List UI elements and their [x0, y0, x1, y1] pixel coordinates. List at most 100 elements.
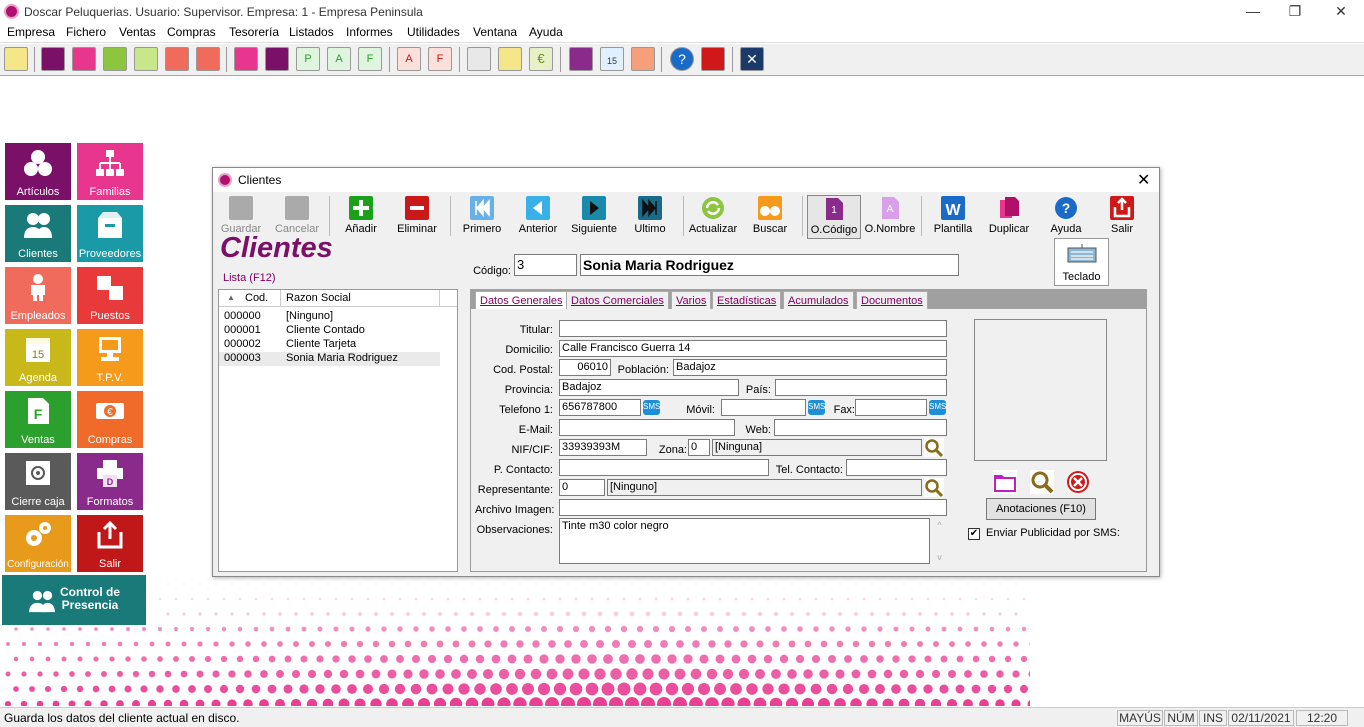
grid-icon[interactable] [631, 47, 655, 71]
voucher-icon[interactable] [134, 47, 158, 71]
sms-checkbox[interactable]: ✔ [968, 528, 980, 540]
list-row-selected[interactable]: 000003 Sonia Maria Rodriguez [219, 352, 440, 366]
observaciones-scrollbar[interactable]: ^ v [932, 518, 947, 564]
dialog-close-button[interactable]: ✕ [1137, 170, 1150, 190]
close-button[interactable]: ✕ [1318, 2, 1364, 22]
anotaciones-button[interactable]: Anotaciones (F10) [986, 498, 1096, 520]
menu-ventas[interactable]: Ventas [119, 25, 156, 39]
tile-articulos[interactable]: Artículos [5, 143, 71, 200]
tile-empleados[interactable]: Empleados [5, 267, 71, 324]
poblacion-field[interactable]: Badajoz [673, 359, 947, 376]
anadir-button[interactable]: Añadir [337, 195, 385, 239]
restore-button[interactable]: ❐ [1272, 2, 1318, 22]
primero-button[interactable]: Primero [458, 195, 506, 239]
chart-icon[interactable] [265, 47, 289, 71]
siguiente-button[interactable]: Siguiente [569, 195, 619, 239]
tab-varios[interactable]: Varios [671, 291, 712, 310]
a-doc-icon[interactable]: A [327, 47, 351, 71]
search-zona-icon[interactable] [924, 438, 944, 457]
buscar-button[interactable]: Buscar [746, 195, 794, 239]
safe-icon[interactable] [467, 47, 491, 71]
ultimo-button[interactable]: Ultimo [626, 195, 674, 239]
sms-fax-icon[interactable]: SMS [929, 400, 946, 415]
ledger-icon[interactable] [498, 47, 522, 71]
actualizar-button[interactable]: Actualizar [687, 195, 739, 239]
tile-formatos[interactable]: D Formatos [77, 453, 143, 510]
menu-empresa[interactable]: Empresa [7, 25, 55, 39]
codigo-field[interactable]: 3 [514, 254, 577, 276]
email-field[interactable] [559, 419, 735, 436]
exit-icon[interactable] [701, 47, 725, 71]
list-row[interactable]: 000001 Cliente Contado [219, 324, 457, 338]
p-doc-icon[interactable]: P [296, 47, 320, 71]
calendar-icon[interactable]: 15 [600, 47, 624, 71]
contacto-field[interactable] [559, 459, 769, 476]
zona-code-field[interactable]: 0 [688, 439, 710, 456]
positions-icon[interactable] [196, 47, 220, 71]
tile-compras[interactable]: € Compras [77, 391, 143, 448]
delete-image-icon[interactable] [1066, 470, 1090, 494]
ordenar-nombre-button[interactable]: A O.Nombre [863, 195, 917, 239]
plantilla-button[interactable]: W Plantilla [928, 195, 978, 239]
smiley-icon[interactable] [103, 47, 127, 71]
nif-field[interactable]: 33939393M [559, 439, 647, 456]
ordenar-codigo-button[interactable]: 1 O.Código [807, 195, 861, 239]
tpv-icon[interactable] [234, 47, 258, 71]
menu-ventana[interactable]: Ventana [473, 25, 517, 39]
provincia-field[interactable]: Badajoz [559, 379, 739, 396]
menu-listados[interactable]: Listados [289, 25, 334, 39]
tab-datos-comerciales[interactable]: Datos Comerciales [566, 291, 669, 310]
search-image-icon[interactable] [1030, 470, 1054, 494]
titular-field[interactable] [559, 320, 947, 337]
pais-field[interactable] [775, 379, 947, 396]
salir-button[interactable]: Salir [1097, 195, 1147, 239]
sms-movil-icon[interactable]: SMS [808, 400, 825, 415]
tab-documentos[interactable]: Documentos [856, 291, 928, 310]
domicilio-field[interactable]: Calle Francisco Guerra 14 [559, 340, 947, 357]
menu-tesoreria[interactable]: Tesorería [229, 25, 279, 39]
movil-field[interactable] [721, 399, 806, 416]
tile-agenda[interactable]: 15 Agenda [5, 329, 71, 386]
list-row[interactable]: 000000 [Ninguno] [219, 310, 457, 324]
fax-field[interactable] [855, 399, 927, 416]
minimize-button[interactable]: — [1230, 2, 1276, 22]
observaciones-field[interactable]: Tinte m30 color negro [559, 518, 930, 564]
nombre-field[interactable]: Sonia Maria Rodriguez [580, 254, 959, 276]
duplicar-button[interactable]: Duplicar [984, 195, 1034, 239]
search-representante-icon[interactable] [924, 478, 944, 497]
notes-icon[interactable] [4, 47, 28, 71]
column-header-cod[interactable]: Cod. [245, 292, 268, 304]
tools-icon[interactable]: ✕ [740, 47, 764, 71]
menu-compras[interactable]: Compras [167, 25, 216, 39]
folder-icon[interactable] [993, 470, 1017, 494]
telefono-field[interactable]: 656787800 [559, 399, 641, 416]
menu-ayuda[interactable]: Ayuda [529, 25, 563, 39]
families-icon[interactable] [72, 47, 96, 71]
tile-salir[interactable]: Salir [77, 515, 143, 572]
f-doc-icon[interactable]: F [358, 47, 382, 71]
web-field[interactable] [774, 419, 947, 436]
anterior-button[interactable]: Anterior [514, 195, 562, 239]
tab-acumulados[interactable]: Acumulados [783, 291, 854, 310]
tile-tpv[interactable]: T.P.V. [77, 329, 143, 386]
list-row[interactable]: 000002 Cliente Tarjeta [219, 338, 457, 352]
menu-utilidades[interactable]: Utilidades [407, 25, 460, 39]
tile-ventas[interactable]: F Ventas [5, 391, 71, 448]
tel-contacto-field[interactable] [846, 459, 947, 476]
eliminar-button[interactable]: Eliminar [393, 195, 441, 239]
ayuda-button[interactable]: ? Ayuda [1041, 195, 1091, 239]
tile-clientes[interactable]: Clientes [5, 205, 71, 262]
menu-informes[interactable]: Informes [346, 25, 393, 39]
tile-puestos[interactable]: Puestos [77, 267, 143, 324]
sms-telefono-icon[interactable]: SMS [643, 400, 660, 415]
imagen-field[interactable] [559, 499, 947, 516]
employees-icon[interactable] [165, 47, 189, 71]
column-header-razon[interactable]: Razon Social [286, 292, 351, 304]
f-purchase-icon[interactable]: F [428, 47, 452, 71]
phone-icon[interactable] [569, 47, 593, 71]
a-purchase-icon[interactable]: A [397, 47, 421, 71]
help-icon[interactable]: ? [670, 47, 694, 71]
euro-icon[interactable]: € [529, 47, 553, 71]
rep-code-field[interactable]: 0 [559, 479, 605, 496]
teclado-button[interactable]: Teclado [1054, 238, 1109, 286]
